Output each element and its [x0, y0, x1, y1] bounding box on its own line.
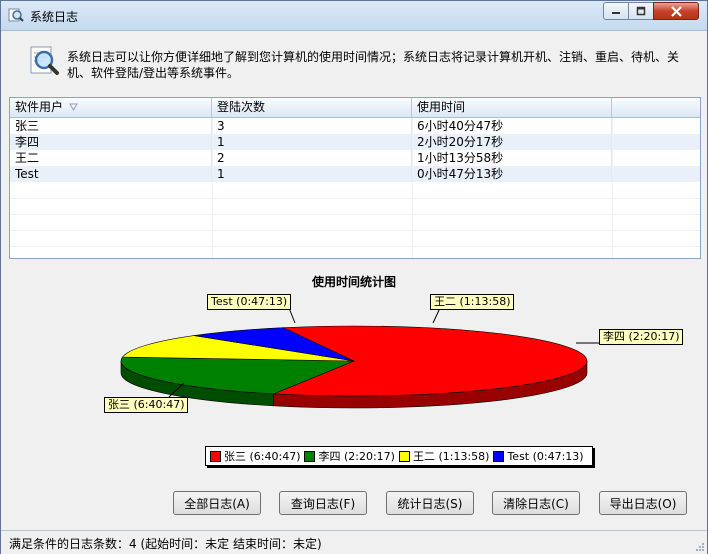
table-row[interactable]: 王二 2 1小时13分58秒: [10, 150, 700, 166]
cell-count: 1: [212, 134, 412, 150]
column-divider: [612, 118, 613, 258]
magnifier-app-icon: [8, 8, 24, 22]
chart-legend: 张三 (6:40:47) 李四 (2:20:17) 王二 (1:13:58) T…: [205, 446, 593, 466]
clear-logs-button[interactable]: 清除日志(C): [492, 491, 580, 515]
description-text: 系统日志可以让你方便详细地了解到您计算机的使用时间情况；系统日志将记录计算机开机…: [67, 50, 680, 80]
slice-label-zhangsan: 张三 (6:40:47): [104, 397, 189, 413]
empty-row-line: [10, 214, 700, 215]
log-search-icon: [30, 46, 59, 75]
empty-row-line: [10, 198, 700, 199]
window-title: 系统日志: [30, 10, 79, 24]
column-header-time[interactable]: 使用时间: [412, 98, 612, 117]
legend-item: 李四 (2:20:17): [304, 448, 395, 464]
slice-label-test: Test (0:47:13): [207, 294, 292, 310]
empty-row-line: [10, 246, 700, 247]
cell-count: 3: [212, 118, 412, 134]
maximize-button[interactable]: [628, 2, 654, 20]
close-icon: [670, 5, 682, 17]
empty-row-line: [10, 230, 700, 231]
column-header-empty: [612, 98, 700, 117]
minimize-button[interactable]: [603, 2, 629, 20]
cell-time: 0小时47分13秒: [412, 166, 612, 182]
table-row[interactable]: Test 1 0小时47分13秒: [10, 166, 700, 182]
legend-item: 张三 (6:40:47): [210, 448, 300, 464]
log-table[interactable]: 软件用户 登陆次数 使用时间 张三 3 6小时40分47秒 李四 1 2小时20…: [9, 97, 701, 259]
table-header: 软件用户 登陆次数 使用时间: [10, 98, 700, 118]
status-text: 满足条件的日志条数：4 (起始时间：未定 结束时间：未定): [9, 537, 322, 551]
slice-label-wanger: 王二 (1:13:58): [430, 294, 515, 310]
sort-icon: [68, 103, 78, 111]
cell-user: Test: [10, 166, 212, 182]
leader-line: [432, 307, 441, 324]
cell-time: 1小时13分58秒: [412, 150, 612, 166]
cell-time: 6小时40分47秒: [412, 118, 612, 134]
cell-count: 2: [212, 150, 412, 166]
table-row[interactable]: 张三 3 6小时40分47秒: [10, 118, 700, 134]
export-logs-button[interactable]: 导出日志(O): [599, 491, 687, 515]
legend-swatch: [398, 450, 410, 462]
column-header-count[interactable]: 登陆次数: [212, 98, 412, 117]
column-divider: [412, 118, 413, 258]
stats-logs-button[interactable]: 统计日志(S): [386, 491, 474, 515]
cell-user: 李四: [10, 134, 212, 150]
cell-time: 2小时20分17秒: [412, 134, 612, 150]
legend-swatch: [304, 450, 316, 462]
all-logs-button[interactable]: 全部日志(A): [173, 491, 261, 515]
resize-grip-icon[interactable]: [695, 542, 705, 552]
legend-item: Test (0:47:13): [493, 450, 584, 463]
maximize-icon: [636, 6, 646, 16]
column-divider: [212, 118, 213, 258]
leader-line: [288, 307, 296, 324]
column-header-user[interactable]: 软件用户: [10, 98, 212, 117]
cell-user: 张三: [10, 118, 212, 134]
legend-swatch: [493, 450, 505, 462]
table-row[interactable]: 李四 1 2小时20分17秒: [10, 134, 700, 150]
cell-user: 王二: [10, 150, 212, 166]
usage-pie-chart: 使用时间统计图 Test (0:47:13) 王二 (1:13:58) 李四 (…: [9, 263, 699, 481]
pie-svg: [120, 307, 599, 409]
status-bar: 满足条件的日志条数：4 (起始时间：未定 结束时间：未定): [1, 530, 707, 554]
minimize-icon: [612, 12, 620, 14]
slice-label-lisi: 李四 (2:20:17): [599, 329, 684, 345]
legend-item: 王二 (1:13:58): [398, 448, 489, 464]
close-button[interactable]: [653, 2, 699, 20]
title-bar[interactable]: 系统日志: [1, 1, 707, 31]
cell-count: 1: [212, 166, 412, 182]
legend-swatch: [210, 450, 221, 462]
query-logs-button[interactable]: 查询日志(F): [279, 491, 367, 515]
system-log-window: 系统日志 系统日志可以让你方便详细地了解到您计算机的使用时间情况；系统日志将记录…: [0, 0, 708, 554]
